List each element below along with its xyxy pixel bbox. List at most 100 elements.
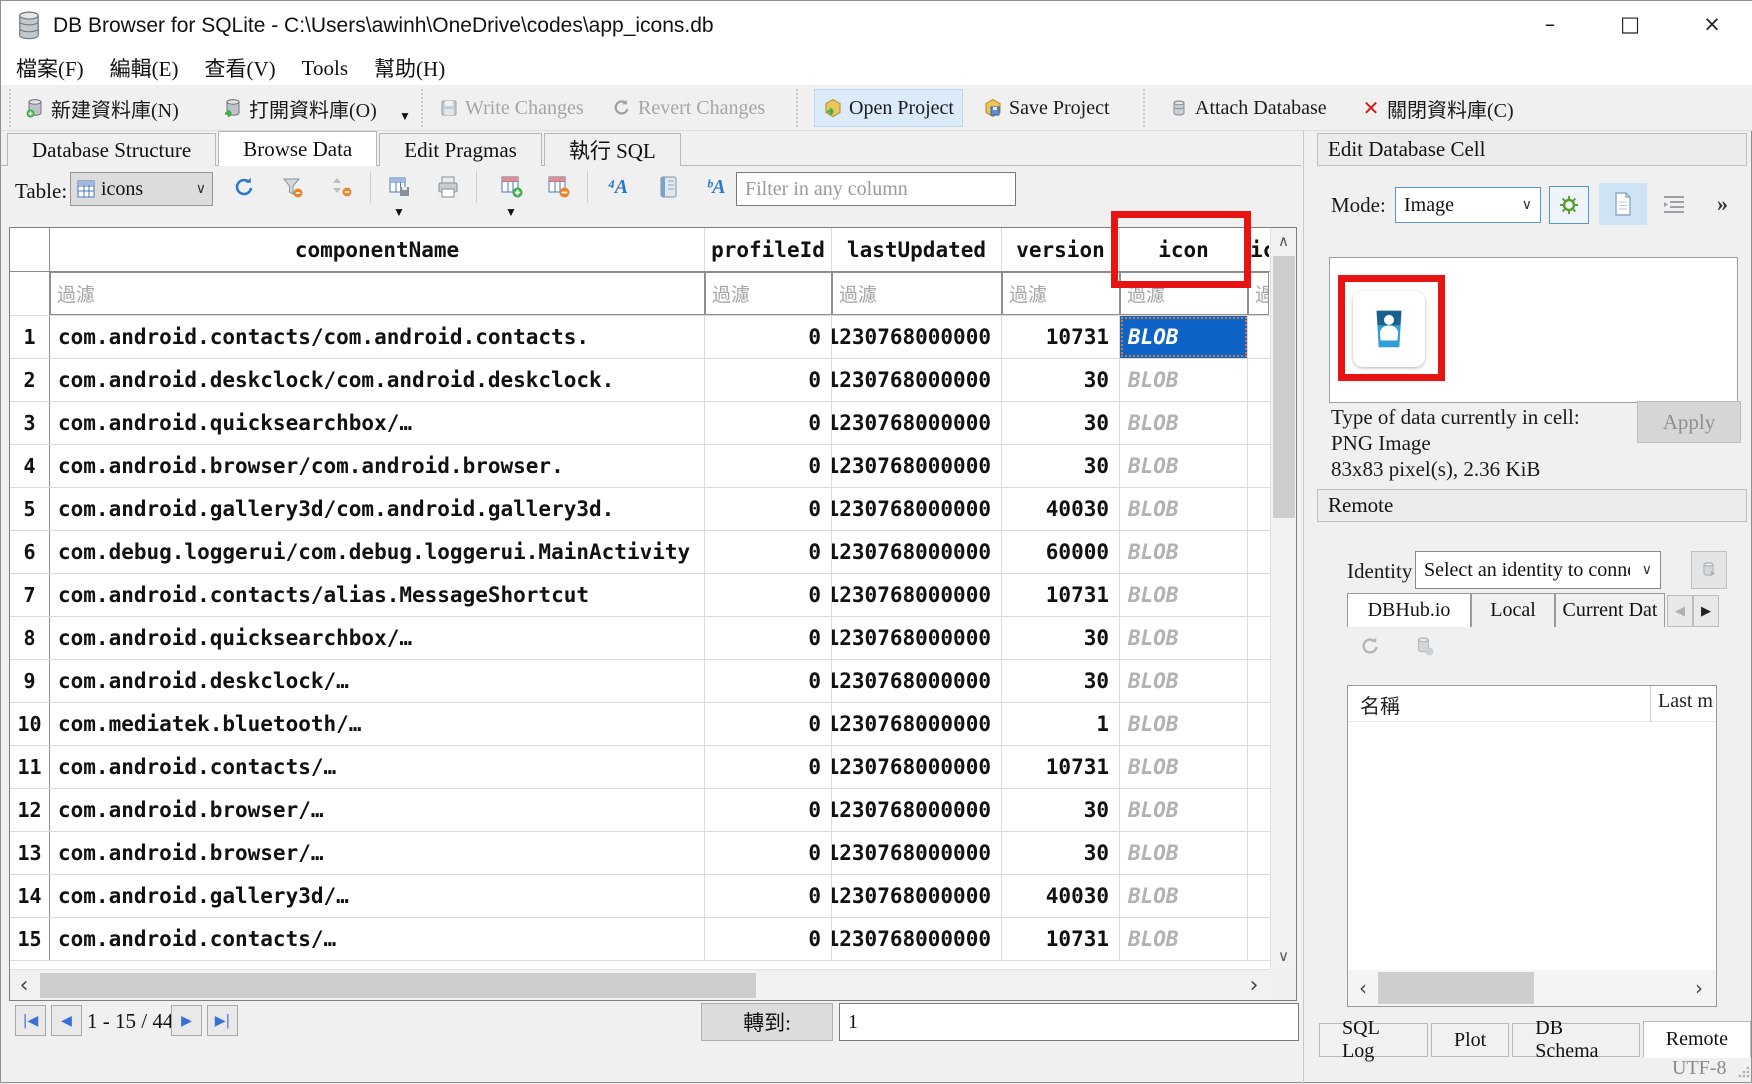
cell-icon-blob[interactable]: BLOB (1120, 875, 1248, 917)
cell-version[interactable]: 10731 (1002, 746, 1120, 788)
cell-version[interactable]: 10731 (1002, 574, 1120, 616)
next-record-button[interactable]: ▶ (171, 1005, 202, 1036)
cell-lastUpdated[interactable]: 1230768000000 (832, 746, 1002, 788)
cell-componentName[interactable]: com.android.quicksearchbox/… (50, 617, 705, 659)
print-button[interactable] (434, 173, 462, 201)
cell-version[interactable]: 30 (1002, 789, 1120, 831)
row-number[interactable]: 7 (10, 574, 50, 616)
cell-icon-blob[interactable]: BLOB (1120, 574, 1248, 616)
cell-version[interactable]: 10731 (1002, 316, 1120, 358)
cell-componentName[interactable]: com.android.gallery3d/… (50, 875, 705, 917)
refresh-button[interactable] (230, 173, 258, 201)
dock-tab-remote[interactable]: Remote (1643, 1021, 1751, 1058)
row-number[interactable]: 2 (10, 359, 50, 401)
cell-componentName[interactable]: com.android.contacts/alias.MessageShortc… (50, 574, 705, 616)
row-number[interactable]: 12 (10, 789, 50, 831)
remote-tab-local[interactable]: Local (1471, 593, 1555, 627)
scroll-right-icon[interactable]: › (1240, 970, 1268, 1001)
cell-profileId[interactable]: 0 (705, 918, 832, 960)
cell-componentName[interactable]: com.android.browser/… (50, 832, 705, 874)
cell-partial[interactable] (1248, 574, 1269, 616)
cell-icon-blob[interactable]: BLOB (1120, 402, 1248, 444)
cell-componentName[interactable]: com.android.browser/… (50, 789, 705, 831)
dock-tab-db-schema[interactable]: DB Schema (1512, 1023, 1640, 1057)
column-header-lastUpdated[interactable]: lastUpdated (832, 228, 1002, 271)
header-divider[interactable] (1650, 686, 1651, 722)
cell-version[interactable]: 1 (1002, 703, 1120, 745)
open-database-button[interactable]: 打開資料庫(O) (215, 89, 385, 127)
new-database-button[interactable]: 新建資料庫(N) (17, 89, 187, 127)
cell-partial[interactable] (1248, 359, 1269, 401)
cell-icon-blob[interactable]: BLOB (1120, 445, 1248, 487)
cell-partial[interactable] (1248, 746, 1269, 788)
cell-lastUpdated[interactable]: 1230768000000 (832, 531, 1002, 573)
filter-input-lastUpdated[interactable]: 過濾 (832, 272, 1002, 315)
remote-refresh-button[interactable] (1359, 635, 1383, 659)
row-number[interactable]: 15 (10, 918, 50, 960)
mode-select[interactable]: Image ∨ (1395, 187, 1541, 223)
row-number[interactable]: 10 (10, 703, 50, 745)
cell-profileId[interactable]: 0 (705, 746, 832, 788)
row-number[interactable]: 1 (10, 316, 50, 358)
cell-lastUpdated[interactable]: 1230768000000 (832, 445, 1002, 487)
cell-lastUpdated[interactable]: 1230768000000 (832, 918, 1002, 960)
insert-record-button[interactable] (498, 173, 526, 201)
cell-lastUpdated[interactable]: 1230768000000 (832, 660, 1002, 702)
cell-icon-blob[interactable]: BLOB (1120, 789, 1248, 831)
scroll-right-icon[interactable]: › (1686, 970, 1712, 1006)
cell-partial[interactable] (1248, 445, 1269, 487)
cell-icon-blob[interactable]: BLOB (1120, 918, 1248, 960)
goto-button[interactable]: 轉到: (701, 1003, 833, 1041)
vertical-scrollbar-thumb[interactable] (1273, 256, 1295, 518)
close-button[interactable]: × (1689, 7, 1735, 41)
open-project-button[interactable]: Open Project (814, 89, 963, 127)
first-record-button[interactable]: |◀ (15, 1005, 46, 1036)
attach-database-button[interactable]: Attach Database (1161, 89, 1335, 127)
cell-icon-blob[interactable]: BLOB (1120, 316, 1248, 358)
cell-lastUpdated[interactable]: 1230768000000 (832, 574, 1002, 616)
menu-item-view[interactable]: 查看(V) (205, 53, 276, 83)
cell-componentName[interactable]: com.android.gallery3d/com.android.galler… (50, 488, 705, 530)
cell-lastUpdated[interactable]: 1230768000000 (832, 359, 1002, 401)
column-header-profileId[interactable]: profileId (705, 228, 832, 271)
row-number[interactable]: 14 (10, 875, 50, 917)
row-number[interactable]: 11 (10, 746, 50, 788)
write-changes-button[interactable]: Write Changes (431, 89, 592, 127)
word-wrap-button[interactable] (654, 173, 682, 201)
tab-scroll-left-button[interactable]: ◀ (1667, 595, 1693, 627)
cell-partial[interactable] (1248, 832, 1269, 874)
apply-button[interactable]: Apply (1637, 401, 1741, 443)
global-filter-input[interactable] (736, 172, 1016, 206)
row-number[interactable]: 6 (10, 531, 50, 573)
remote-name-header[interactable]: 名稱 (1360, 690, 1400, 719)
close-database-button[interactable]: ✕ 關閉資料庫(C) (1353, 89, 1522, 127)
cell-partial[interactable] (1248, 402, 1269, 444)
column-header-icon[interactable]: icon (1120, 228, 1248, 271)
column-header-partial[interactable]: ic (1248, 228, 1269, 271)
cell-icon-blob[interactable]: BLOB (1120, 617, 1248, 659)
cell-componentName[interactable]: com.android.browser/com.android.browser. (50, 445, 705, 487)
cell-componentName[interactable]: com.debug.loggerui/com.debug.loggerui.Ma… (50, 531, 705, 573)
cell-profileId[interactable]: 0 (705, 703, 832, 745)
cell-partial[interactable] (1248, 789, 1269, 831)
revert-changes-button[interactable]: Revert Changes (604, 89, 773, 127)
cell-componentName[interactable]: com.android.deskclock/… (50, 660, 705, 702)
remote-clone-button[interactable] (1413, 635, 1437, 659)
save-project-button[interactable]: Save Project (975, 89, 1118, 127)
cell-profileId[interactable]: 0 (705, 789, 832, 831)
cell-lastUpdated[interactable]: 1230768000000 (832, 789, 1002, 831)
cell-profileId[interactable]: 0 (705, 832, 832, 874)
save-table-button[interactable] (386, 173, 414, 201)
cell-profileId[interactable]: 0 (705, 316, 832, 358)
cell-version[interactable]: 30 (1002, 832, 1120, 874)
tab-edit-pragmas[interactable]: Edit Pragmas (379, 133, 542, 166)
table-select[interactable]: icons ∨ (70, 172, 213, 206)
cell-partial[interactable] (1248, 875, 1269, 917)
cell-partial[interactable] (1248, 660, 1269, 702)
insert-record-dropdown-arrow[interactable]: ▼ (505, 205, 517, 220)
cell-lastUpdated[interactable]: 1230768000000 (832, 832, 1002, 874)
filter-input-partial[interactable]: 過濾 (1248, 272, 1269, 315)
cell-version[interactable]: 30 (1002, 359, 1120, 401)
row-number[interactable]: 9 (10, 660, 50, 702)
cell-profileId[interactable]: 0 (705, 531, 832, 573)
